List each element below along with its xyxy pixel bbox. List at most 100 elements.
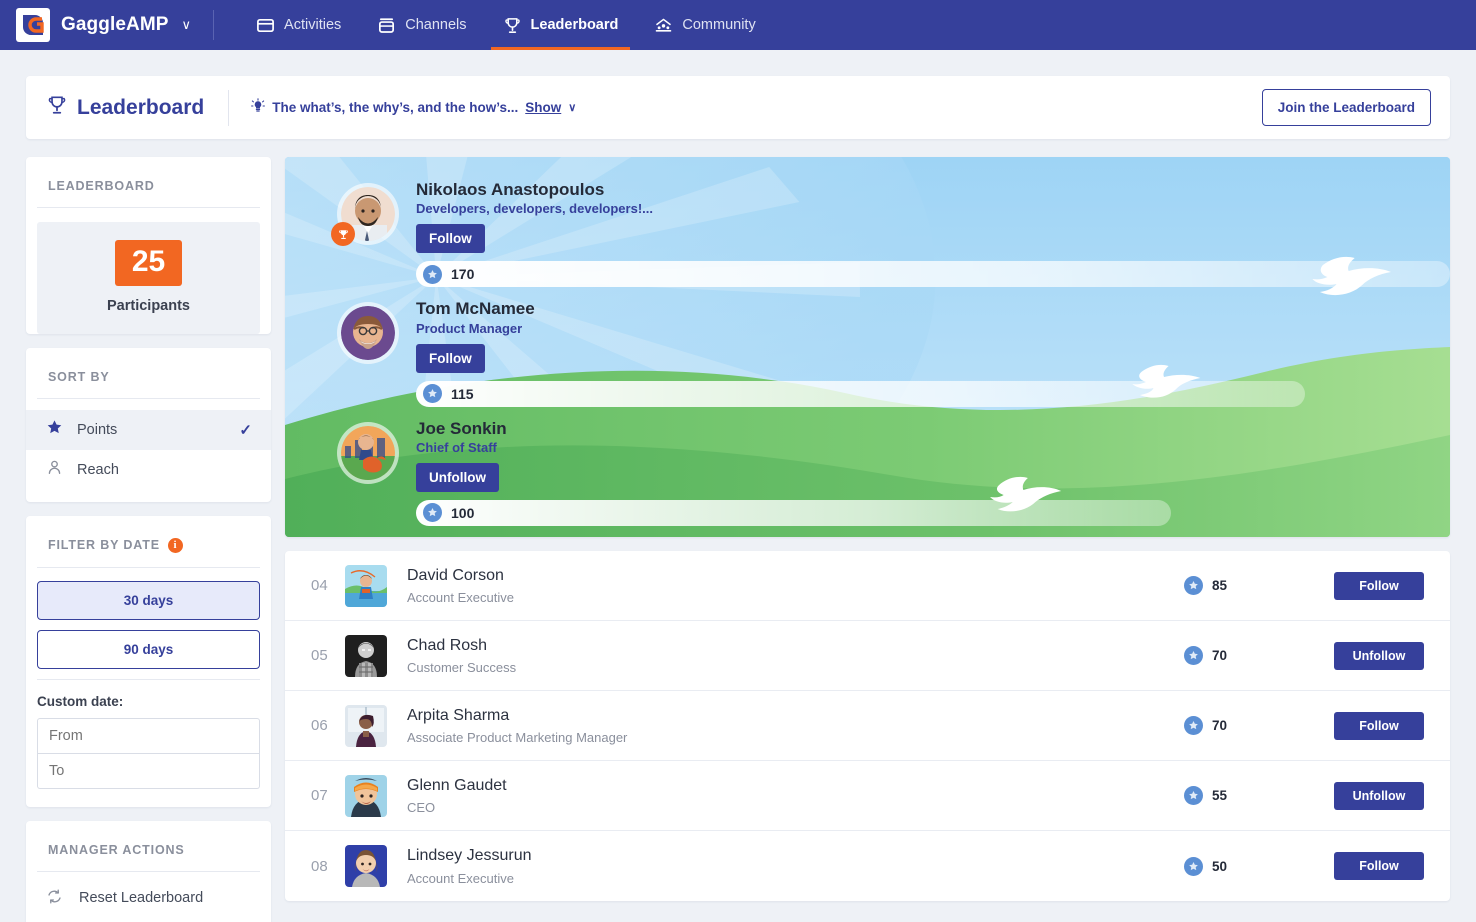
date-to-input[interactable] xyxy=(37,754,260,789)
follow-button[interactable]: Follow xyxy=(1334,852,1424,880)
tab-channels[interactable]: Channels xyxy=(359,0,484,50)
podium-role: Chief of Staff xyxy=(416,440,1450,455)
tab-leaderboard-label: Leaderboard xyxy=(531,17,619,33)
sort-option-points[interactable]: Points ✓ xyxy=(26,410,271,450)
participant-role: Associate Product Marketing Manager xyxy=(407,730,1184,745)
avatar[interactable] xyxy=(345,845,387,887)
trophy-icon xyxy=(503,16,522,35)
tab-activities-label: Activities xyxy=(284,17,341,33)
unfollow-button[interactable]: Unfollow xyxy=(416,463,499,492)
points-cell: 70 xyxy=(1184,646,1334,665)
avatar[interactable] xyxy=(345,775,387,817)
sort-option-reach[interactable]: Reach xyxy=(26,450,271,490)
body-grid: LEADERBOARD 25 Participants SORT BY xyxy=(26,157,1450,922)
rank-info: David Corson Account Executive xyxy=(407,566,1184,606)
avatar[interactable] xyxy=(345,565,387,607)
trophy-badge-icon xyxy=(331,222,355,246)
follow-button[interactable]: Follow xyxy=(416,344,485,373)
leaderboard-stats-card: LEADERBOARD 25 Participants xyxy=(26,157,271,334)
leaderboard-rank-list: 04 xyxy=(285,551,1450,901)
follow-button[interactable]: Follow xyxy=(416,224,485,253)
podium-role: Product Manager xyxy=(416,321,1450,336)
unfollow-button[interactable]: Unfollow xyxy=(1334,782,1424,810)
action-cell: Unfollow xyxy=(1334,782,1424,810)
avatar[interactable] xyxy=(337,183,399,245)
divider xyxy=(37,207,260,208)
podium-name: Joe Sonkin xyxy=(416,418,1450,439)
podium-role: Developers, developers, developers!... xyxy=(416,201,1450,216)
rank-number: 06 xyxy=(299,717,345,734)
points-value: 170 xyxy=(451,266,474,282)
header-tagline: The what’s, the why’s, and the how’s... … xyxy=(251,98,576,117)
refresh-icon xyxy=(46,888,63,909)
rank-info: Arpita Sharma Associate Product Marketin… xyxy=(407,706,1184,746)
star-badge-icon xyxy=(1184,646,1203,665)
sort-by-title: SORT BY xyxy=(26,348,271,384)
avatar[interactable] xyxy=(337,422,399,484)
community-icon xyxy=(654,16,673,35)
podium-name: Nikolaos Anastopoulos xyxy=(416,179,1450,200)
reset-leaderboard-label: Reset Leaderboard xyxy=(79,890,203,906)
page-container: Leaderboard The what’s, the why’s, and t… xyxy=(0,76,1476,922)
brand-menu[interactable]: GaggleAMP ∨ xyxy=(16,8,191,42)
show-link[interactable]: Show xyxy=(525,100,561,115)
table-row: 08 xyxy=(285,831,1450,901)
chevron-down-icon[interactable]: ∨ xyxy=(568,101,576,114)
avatar[interactable] xyxy=(345,705,387,747)
main-panel: Nikolaos Anastopoulos Developers, develo… xyxy=(285,157,1450,901)
lightbulb-icon xyxy=(251,98,265,117)
podium-entry-1: Nikolaos Anastopoulos Developers, develo… xyxy=(285,179,1450,287)
chevron-down-icon: ∨ xyxy=(182,17,192,33)
custom-date-label: Custom date: xyxy=(37,694,260,709)
star-badge-icon xyxy=(1184,786,1203,805)
rank-info: Glenn Gaudet CEO xyxy=(407,776,1184,816)
follow-button[interactable]: Follow xyxy=(1334,712,1424,740)
action-cell: Follow xyxy=(1334,852,1424,880)
participant-name: David Corson xyxy=(407,566,1184,587)
participant-role: Account Executive xyxy=(407,590,1184,605)
filter-by-date-title: FILTER BY DATE i xyxy=(26,516,271,553)
points-cell: 55 xyxy=(1184,786,1334,805)
join-leaderboard-button[interactable]: Join the Leaderboard xyxy=(1262,89,1431,126)
avatar-image xyxy=(341,426,395,480)
top-navigation-bar: GaggleAMP ∨ Activities Channels xyxy=(0,0,1476,50)
participant-name: Glenn Gaudet xyxy=(407,776,1184,797)
filter-90-days-button[interactable]: 90 days xyxy=(37,630,260,669)
leaderboard-card-title: LEADERBOARD xyxy=(26,157,271,193)
tab-leaderboard[interactable]: Leaderboard xyxy=(485,0,637,50)
avatar-image xyxy=(341,306,395,360)
sort-option-list: Points ✓ Reach xyxy=(26,399,271,502)
reset-leaderboard-action[interactable]: Reset Leaderboard xyxy=(26,872,271,922)
points-value: 115 xyxy=(451,386,474,402)
table-row: 05 xyxy=(285,621,1450,691)
gaggleamp-logo-icon xyxy=(16,8,50,42)
rank-number: 05 xyxy=(299,647,345,664)
points-bar: 115 xyxy=(416,381,1305,407)
avatar[interactable] xyxy=(337,302,399,364)
points-value: 50 xyxy=(1212,859,1227,874)
action-cell: Unfollow xyxy=(1334,642,1424,670)
header-divider xyxy=(228,90,229,126)
points-value: 100 xyxy=(451,505,474,521)
inbox-icon xyxy=(377,16,396,35)
date-from-input[interactable] xyxy=(37,718,260,754)
tab-community[interactable]: Community xyxy=(636,0,773,50)
rank-number: 04 xyxy=(299,577,345,594)
star-badge-icon xyxy=(1184,857,1203,876)
sort-option-reach-label: Reach xyxy=(77,462,119,478)
podium-entry-2: Tom McNamee Product Manager Follow xyxy=(285,298,1450,406)
avatar[interactable] xyxy=(345,635,387,677)
filter-30-days-button[interactable]: 30 days xyxy=(37,581,260,620)
filter-by-date-card: FILTER BY DATE i 30 days 90 days Custom … xyxy=(26,516,271,807)
points-bar: 170 xyxy=(416,261,1450,287)
follow-button[interactable]: Follow xyxy=(1334,572,1424,600)
info-icon[interactable]: i xyxy=(168,538,183,553)
check-icon: ✓ xyxy=(239,421,252,439)
unfollow-button[interactable]: Unfollow xyxy=(1334,642,1424,670)
brand-name: GaggleAMP xyxy=(61,14,169,36)
points-value: 70 xyxy=(1212,718,1227,733)
leaderboard-header-card: Leaderboard The what’s, the why’s, and t… xyxy=(26,76,1450,139)
tab-activities[interactable]: Activities xyxy=(238,0,359,50)
participants-count: 25 xyxy=(115,240,182,286)
rank-info: Chad Rosh Customer Success xyxy=(407,636,1184,676)
